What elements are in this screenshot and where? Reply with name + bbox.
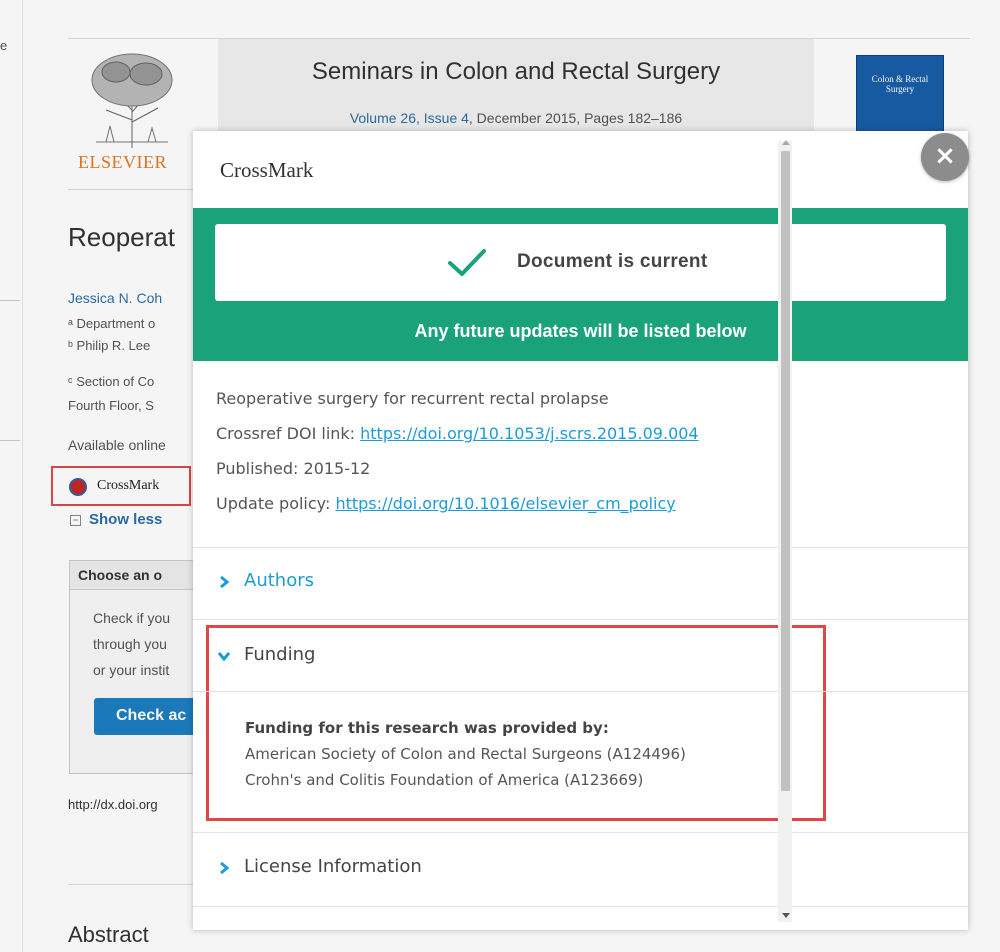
authors-section-toggle[interactable]: Authors bbox=[193, 555, 968, 613]
section-divider bbox=[193, 691, 968, 692]
published-date: Published: 2015-12 bbox=[216, 459, 371, 478]
status-banner: Document is current Any future updates w… bbox=[193, 208, 968, 361]
scroll-up-arrow[interactable] bbox=[782, 140, 790, 145]
doi-line: Crossref DOI link: https://doi.org/10.10… bbox=[216, 424, 699, 443]
funding-section-toggle[interactable]: Funding bbox=[193, 629, 968, 687]
crossmark-dialog: CrossMark Document is current Any future… bbox=[193, 131, 968, 930]
section-divider bbox=[193, 906, 968, 907]
policy-label: Update policy: bbox=[216, 494, 336, 513]
update-policy-link[interactable]: https://doi.org/10.1016/elsevier_cm_poli… bbox=[335, 494, 675, 513]
doi-link[interactable]: https://doi.org/10.1053/j.scrs.2015.09.0… bbox=[360, 424, 698, 443]
section-divider bbox=[193, 547, 968, 548]
section-divider bbox=[193, 619, 968, 620]
funding-heading: Funding for this research was provided b… bbox=[245, 719, 609, 737]
chevron-right-icon bbox=[220, 575, 230, 589]
funder-item: Crohn's and Colitis Foundation of Americ… bbox=[245, 771, 644, 789]
chevron-down-icon bbox=[217, 652, 231, 662]
license-section-toggle[interactable]: License Information bbox=[193, 841, 968, 899]
close-button[interactable]: × bbox=[921, 133, 969, 181]
doi-label: Crossref DOI link: bbox=[216, 424, 361, 443]
updates-note: Any future updates will be listed below bbox=[414, 321, 747, 341]
funding-section-label: Funding bbox=[244, 644, 316, 665]
checkmark-icon bbox=[448, 249, 486, 276]
authors-section-label: Authors bbox=[244, 570, 314, 591]
section-divider bbox=[193, 832, 968, 833]
close-icon: × bbox=[934, 141, 956, 171]
funder-item: American Society of Colon and Rectal Sur… bbox=[245, 745, 686, 763]
document-status: Document is current bbox=[517, 251, 708, 272]
license-section-label: License Information bbox=[244, 856, 422, 877]
chevron-right-icon bbox=[220, 861, 230, 875]
dialog-title: CrossMark bbox=[220, 158, 314, 182]
policy-line: Update policy: https://doi.org/10.1016/e… bbox=[216, 494, 676, 513]
scrollbar-thumb[interactable] bbox=[781, 151, 790, 791]
status-card: Document is current bbox=[215, 224, 946, 301]
article-title-line: Reoperative surgery for recurrent rectal… bbox=[216, 389, 609, 408]
scroll-down-arrow[interactable] bbox=[782, 913, 790, 918]
